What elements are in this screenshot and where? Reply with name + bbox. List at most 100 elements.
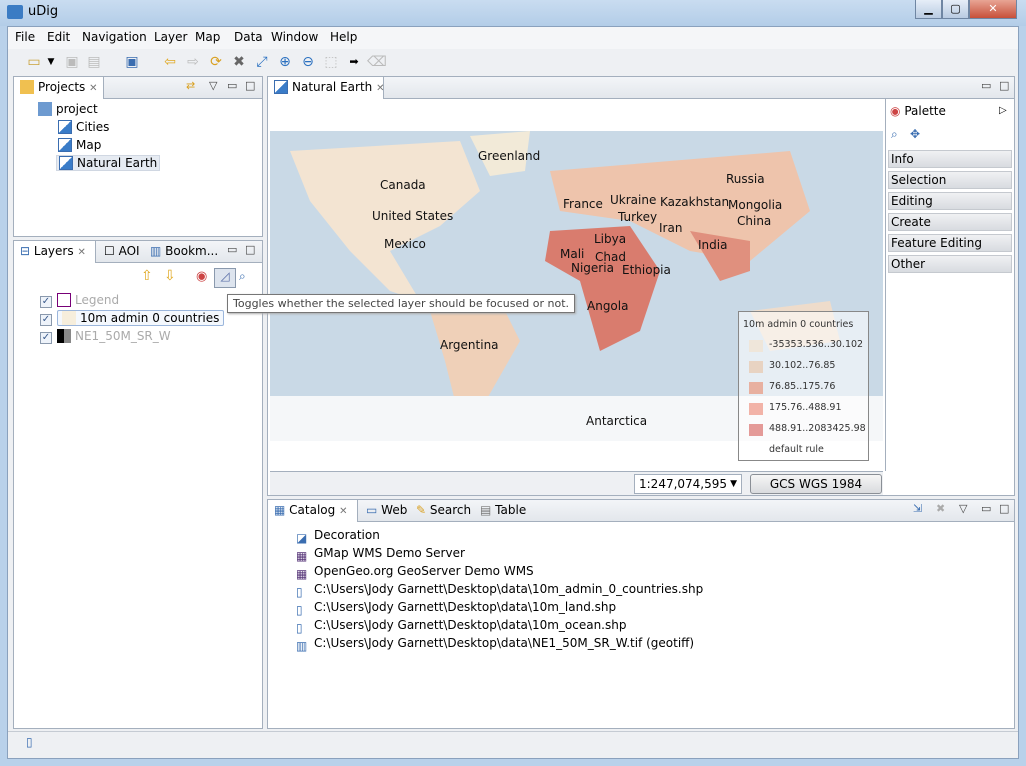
zoom-selection-icon[interactable]: ⬚ [321, 52, 341, 72]
palette-collapse-icon[interactable]: ▷ [999, 105, 1007, 116]
focus-toggle-button[interactable]: ◿ [214, 268, 236, 288]
palette-category-editing[interactable]: Editing [888, 192, 1012, 210]
close-icon[interactable]: ✕ [376, 83, 384, 94]
catalog-item[interactable]: ▯ C:\Users\Jody Garnett\Desktop\data\10m_… [296, 582, 703, 599]
palette-title: Palette [904, 104, 946, 118]
item-label: C:\Users\Jody Garnett\Desktop\data\NE1_5… [314, 636, 695, 650]
layer-legend[interactable]: ✓ Legend [40, 293, 119, 308]
back-icon[interactable]: ⇦ [160, 52, 180, 72]
wms-icon: ▦ [296, 567, 308, 581]
pan-tool-icon[interactable]: ✥ [910, 127, 920, 141]
move-up-icon[interactable]: ⇧ [141, 268, 153, 284]
project-item-natural-earth[interactable]: Natural Earth [56, 155, 161, 171]
catalog-panel: ▦ Catalog ✕ ▭ Web ✎ Search ▤ Table ⇲ ✖ ▽… [267, 499, 1015, 729]
import-icon[interactable]: ⇲ [913, 502, 922, 515]
palette-category-selection[interactable]: Selection [888, 171, 1012, 189]
refresh-icon[interactable]: ⟳ [206, 52, 226, 72]
save-icon[interactable]: ▣ [62, 52, 82, 72]
style-icon[interactable]: ◉ [196, 269, 207, 284]
checkbox[interactable]: ✓ [40, 314, 52, 326]
close-icon[interactable]: ✕ [89, 83, 97, 94]
close-icon[interactable]: ✕ [339, 506, 347, 517]
remove-icon[interactable]: ✖ [936, 502, 945, 515]
map-label: Mali [560, 247, 585, 261]
menu-edit[interactable]: Edit [47, 30, 70, 44]
view-menu-icon[interactable]: ▽ [959, 502, 967, 515]
view-menu-icon[interactable]: ▽ [209, 79, 217, 92]
tab-layers[interactable]: ⊟ Layers ✕ [14, 241, 96, 263]
stop-icon[interactable]: ✖ [229, 52, 249, 72]
catalog-item[interactable]: ▯ C:\Users\Jody Garnett\Desktop\data\10m_… [296, 618, 626, 635]
zoom-to-layer-icon[interactable]: ⌕ [239, 269, 246, 284]
checkbox[interactable]: ✓ [40, 296, 52, 308]
tab-search[interactable]: ✎ Search [410, 500, 477, 522]
close-icon[interactable]: ✕ [77, 247, 85, 258]
maximize-icon[interactable]: □ [999, 502, 1009, 515]
close-button[interactable]: ✕ [969, 0, 1017, 19]
tab-catalog[interactable]: ▦ Catalog ✕ [268, 500, 358, 522]
zoom-tool-icon[interactable]: ⌕ [891, 127, 898, 142]
minimize-icon[interactable]: ▭ [981, 79, 991, 92]
zoom-in-icon[interactable]: ⊕ [275, 52, 295, 72]
tab-aoi[interactable]: ☐ AOI [98, 241, 146, 263]
minimize-icon[interactable]: ▭ [227, 79, 237, 92]
menu-map[interactable]: Map [195, 30, 220, 44]
maximize-button[interactable]: ▢ [942, 0, 969, 19]
new-map-icon[interactable]: ▣ [122, 52, 142, 72]
map-label: Greenland [478, 149, 541, 163]
maximize-icon[interactable]: □ [999, 79, 1009, 92]
menu-help[interactable]: Help [330, 30, 357, 44]
menu-layer[interactable]: Layer [154, 30, 187, 44]
tab-web[interactable]: ▭ Web [360, 500, 413, 522]
zoom-extent-icon[interactable]: ⤢ [252, 52, 272, 72]
palette-category-feature-editing[interactable]: Feature Editing [888, 234, 1012, 252]
minimize-icon[interactable]: ▭ [981, 502, 991, 515]
link-icon[interactable]: ⇄ [186, 79, 195, 92]
tab-bookmarks[interactable]: ▥ Bookm... [144, 241, 224, 263]
project-root[interactable]: project [38, 102, 98, 116]
palette-category-other[interactable]: Other [888, 255, 1012, 273]
map-icon [58, 138, 72, 152]
map-canvas[interactable]: Greenland Canada United States Mexico Ru… [270, 99, 883, 469]
crs-button[interactable]: GCS WGS 1984 [750, 474, 882, 494]
maximize-icon[interactable]: □ [245, 243, 255, 256]
legend-swatch [749, 361, 763, 373]
legend-rule-label: 30.102..76.85 [769, 360, 836, 371]
catalog-item[interactable]: ▯ C:\Users\Jody Garnett\Desktop\data\10m_… [296, 600, 616, 617]
aoi-icon: ☐ [104, 244, 115, 258]
project-item-cities[interactable]: Cities [58, 120, 109, 134]
minimize-icon[interactable]: ▭ [227, 243, 237, 256]
maximize-icon[interactable]: □ [245, 79, 255, 92]
tab-projects[interactable]: Projects ✕ [14, 77, 104, 99]
palette-category-info[interactable]: Info [888, 150, 1012, 168]
tab-table[interactable]: ▤ Table [474, 500, 532, 522]
shapefile-icon: ▯ [296, 603, 303, 617]
layer-ne1-raster[interactable]: ✓ NE1_50M_SR_W [40, 329, 171, 344]
shapefile-icon: ▯ [296, 621, 303, 635]
forward-icon[interactable]: ⇨ [183, 52, 203, 72]
project-item-map[interactable]: Map [58, 138, 101, 152]
next-icon[interactable]: ➡ [344, 52, 364, 72]
layer-admin-countries[interactable]: ✓ 10m admin 0 countries [40, 310, 225, 326]
scale-combo[interactable]: 1:247,074,595 ▼ [634, 474, 742, 494]
checkbox[interactable]: ✓ [40, 332, 52, 344]
menu-data[interactable]: Data [234, 30, 263, 44]
dropdown-icon[interactable]: ▼ [41, 52, 61, 72]
minimize-button[interactable]: ▁ [915, 0, 942, 19]
tab-natural-earth[interactable]: Natural Earth ✕ [268, 77, 384, 99]
palette-category-create[interactable]: Create [888, 213, 1012, 231]
menu-window[interactable]: Window [271, 30, 318, 44]
catalog-item[interactable]: ▥ C:\Users\Jody Garnett\Desktop\data\NE1_… [296, 636, 694, 653]
save-all-icon[interactable]: ▤ [84, 52, 104, 72]
menu-navigation[interactable]: Navigation [82, 30, 147, 44]
map-icon [274, 80, 288, 94]
move-down-icon[interactable]: ⇩ [164, 268, 176, 284]
fast-view-icon[interactable]: ▯ [26, 735, 33, 749]
catalog-item[interactable]: ▦ OpenGeo.org GeoServer Demo WMS [296, 564, 534, 581]
zoom-out-icon[interactable]: ⊖ [298, 52, 318, 72]
eraser-icon[interactable]: ⌫ [367, 52, 387, 72]
palette-header[interactable]: ◉ Palette [890, 104, 946, 118]
catalog-item[interactable]: ◪ Decoration [296, 528, 380, 545]
catalog-item[interactable]: ▦ GMap WMS Demo Server [296, 546, 465, 563]
menu-file[interactable]: File [15, 30, 35, 44]
